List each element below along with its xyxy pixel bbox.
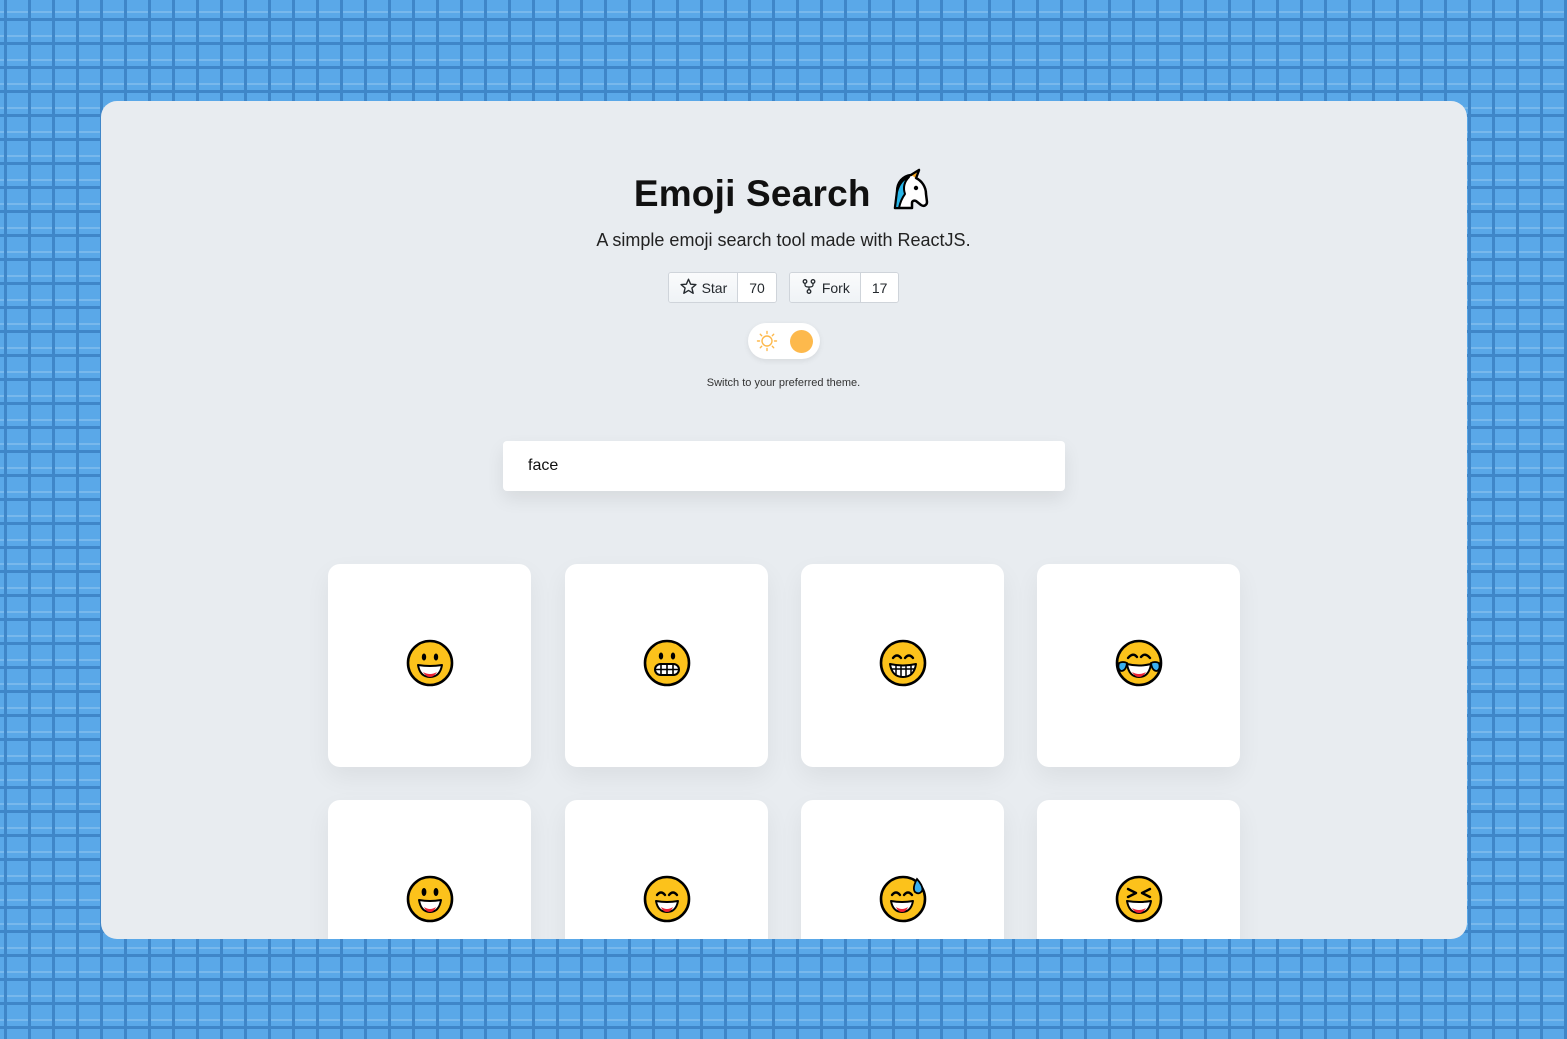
toggle-knob[interactable] <box>790 330 813 353</box>
star-count[interactable]: 70 <box>738 273 776 302</box>
github-buttons: Star 70 Fork 17 <box>0 272 1567 303</box>
github-star-button[interactable]: Star 70 <box>667 272 777 303</box>
page-subtitle: A simple emoji search tool made with Rea… <box>596 230 971 250</box>
theme-caption: Switch to your preferred theme. <box>706 377 861 389</box>
emoji-card[interactable] <box>801 564 1004 767</box>
unicorn-icon <box>889 168 933 221</box>
beaming-face-icon <box>877 637 929 694</box>
emoji-results-grid <box>328 564 1240 939</box>
title-text: Emoji Search <box>633 173 871 214</box>
grimacing-face-icon <box>641 637 693 694</box>
smiling-eyes-face-icon <box>641 873 693 930</box>
emoji-card[interactable] <box>1037 564 1240 767</box>
star-label: Star <box>701 279 728 296</box>
emoji-card[interactable] <box>1037 800 1240 939</box>
fork-icon <box>801 278 817 298</box>
emoji-card[interactable] <box>801 800 1004 939</box>
github-fork-button[interactable]: Fork 17 <box>788 272 900 303</box>
emoji-card[interactable] <box>328 564 531 767</box>
grinning-face-icon <box>404 637 456 694</box>
sun-icon <box>756 330 778 357</box>
emoji-card[interactable] <box>328 800 531 939</box>
emoji-card[interactable] <box>565 564 768 767</box>
fork-count[interactable]: 17 <box>860 273 899 302</box>
search-input[interactable]: face <box>503 441 1065 491</box>
squinting-face-icon <box>1113 873 1165 930</box>
fork-label: Fork <box>821 279 850 296</box>
theme-toggle[interactable] <box>748 323 820 359</box>
star-icon <box>679 278 697 298</box>
fork-button-main[interactable]: Fork <box>789 273 861 302</box>
sweat-smile-face-icon <box>877 873 929 930</box>
page-title: Emoji Search <box>0 168 1567 221</box>
star-button-main[interactable]: Star <box>668 273 739 302</box>
emoji-card[interactable] <box>565 800 768 939</box>
smiley-face-icon <box>404 873 456 930</box>
tears-of-joy-face-icon <box>1113 637 1165 694</box>
